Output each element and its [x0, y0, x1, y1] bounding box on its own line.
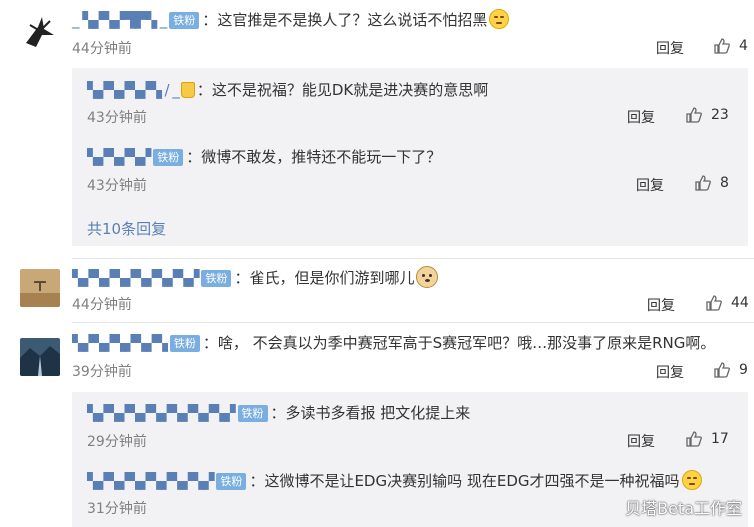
- username[interactable]: _ ▚▞▚▞▜▛▚ _: [72, 11, 167, 29]
- thumbs-up-icon: [686, 107, 702, 123]
- fan-badge[interactable]: 铁粉: [153, 149, 184, 166]
- timestamp: 43分钟前: [87, 110, 147, 126]
- divider: [72, 258, 754, 259]
- reply-button[interactable]: 回复: [656, 362, 684, 382]
- thumbs-up-icon: [686, 431, 702, 447]
- comment-text: 多读书多看报 把文化提上来: [285, 404, 471, 422]
- timestamp: 39分钟前: [72, 364, 132, 380]
- separator: ：: [202, 11, 218, 29]
- fan-badge[interactable]: 铁粉: [216, 473, 247, 490]
- like-button[interactable]: 9: [713, 361, 748, 379]
- timestamp: 31分钟前: [87, 501, 147, 517]
- avatar[interactable]: [20, 269, 60, 307]
- like-count: 8: [720, 175, 729, 191]
- emoji-icon: [681, 470, 702, 490]
- fan-badge[interactable]: 铁粉: [169, 12, 200, 29]
- separator: ：: [196, 81, 212, 99]
- comment-text: 这不是祝福？能见DK就是进决赛的意思啊: [211, 81, 489, 99]
- separator: ：: [249, 472, 265, 490]
- separator: ：: [186, 148, 202, 166]
- like-count: 44: [731, 295, 749, 311]
- fan-badge[interactable]: 铁粉: [237, 405, 268, 422]
- like-count: 4: [739, 38, 748, 54]
- avatar-image: [20, 338, 60, 376]
- comment-text: 这官推是不是换人了？这么说话不怕招黑: [217, 11, 488, 29]
- emoji-icon: [489, 9, 510, 29]
- like-count: 17: [711, 431, 729, 447]
- separator: ：: [202, 334, 218, 352]
- reply-button[interactable]: 回复: [627, 431, 655, 451]
- like-button[interactable]: 23: [685, 106, 729, 124]
- username[interactable]: ▚▞▚▞▚▞▚▞▚▞▚▞: [87, 472, 214, 490]
- like-button[interactable]: 4: [713, 37, 748, 55]
- reply-button[interactable]: 回复: [636, 175, 664, 195]
- timestamp: 43分钟前: [87, 178, 147, 194]
- like-button[interactable]: 8: [694, 174, 729, 192]
- comment-text: 微博不敢发，推特还不能玩一下了？: [201, 148, 442, 166]
- timestamp: 44分钟前: [72, 297, 132, 313]
- username[interactable]: ▚▞▚▞▚▞▚▞▚: [72, 334, 168, 352]
- username[interactable]: ▚▞▚▞▚▞▚▞▚▞▚▞▚▞: [87, 404, 235, 422]
- avatar[interactable]: [20, 338, 60, 376]
- fan-badge[interactable]: 铁粉: [169, 335, 200, 352]
- more-replies-link[interactable]: 共10条回复: [87, 218, 166, 239]
- separator: ：: [270, 404, 286, 422]
- username[interactable]: ▚▞▚▞▚▞▚▞▚▞▚▞: [72, 269, 199, 287]
- comment-text: 啥， 不会真以为季中赛冠军高于S赛冠军吧？哦…那没事了原来是RNG啊。: [217, 334, 716, 352]
- fan-badge[interactable]: 铁粉: [201, 270, 232, 287]
- comment-text: 雀氏，但是你们游到哪儿: [249, 269, 415, 287]
- like-button[interactable]: 17: [685, 430, 729, 448]
- reply-button[interactable]: 回复: [627, 107, 655, 127]
- avatar-image: [20, 13, 60, 51]
- thumbs-up-icon: [695, 175, 711, 191]
- reply-button[interactable]: 回复: [647, 295, 675, 315]
- like-button[interactable]: 44: [705, 294, 749, 312]
- watermark: 贝塔Beta工作室: [625, 499, 742, 518]
- username[interactable]: ▚▞▚▞▚▞▚ / _: [87, 81, 180, 99]
- timestamp: 44分钟前: [72, 41, 132, 57]
- popcorn-icon: [180, 82, 195, 98]
- timestamp: 29分钟前: [87, 434, 147, 450]
- like-count: 23: [711, 107, 729, 123]
- reply-button[interactable]: 回复: [656, 38, 684, 58]
- like-count: 9: [739, 362, 748, 378]
- avatar[interactable]: [20, 13, 60, 51]
- thumbs-up-icon: [714, 362, 730, 378]
- avatar-image: [20, 269, 60, 307]
- divider: [72, 322, 754, 323]
- thumbs-up-icon: [706, 295, 722, 311]
- separator: ：: [234, 269, 250, 287]
- comment-text: 这微博不是让EDG决赛别输吗 现在EDG才四强不是一种祝福吗: [264, 472, 680, 490]
- username[interactable]: ▚▞▚▞▚▞: [87, 148, 151, 166]
- thumbs-up-icon: [714, 38, 730, 54]
- doge-emoji-icon: [416, 266, 439, 288]
